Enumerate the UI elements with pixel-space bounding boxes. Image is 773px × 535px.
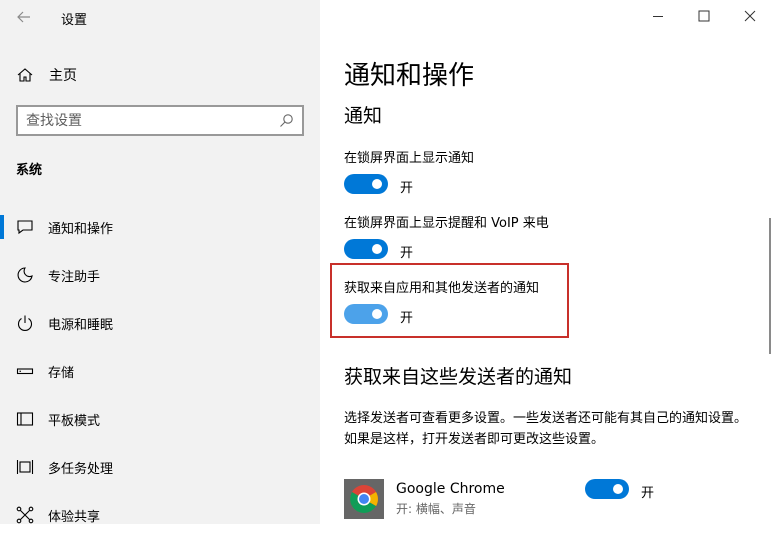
maximize-button[interactable] (681, 0, 727, 32)
sidebar-item-power-sleep[interactable]: 电源和睡眠 (0, 303, 320, 343)
toggle-state-label: 开 (641, 486, 655, 501)
section-label-system: 系统 (16, 163, 43, 178)
toggle-app-notifications[interactable] (344, 304, 388, 324)
sender-app-tile[interactable] (344, 479, 384, 519)
app-title: 设置 (61, 13, 88, 28)
power-icon (17, 315, 33, 332)
toggle-state-label: 开 (400, 246, 414, 261)
search-box[interactable] (16, 105, 304, 136)
sidebar-item-label: 电源和睡眠 (48, 318, 114, 333)
message-icon (17, 220, 33, 235)
sender-detail: 开: 横幅、声音 (396, 502, 476, 516)
search-input[interactable] (26, 111, 266, 131)
home-label: 主页 (49, 68, 77, 84)
sidebar-item-focus-assist[interactable]: 专注助手 (0, 255, 320, 295)
sidebar-item-label: 存储 (48, 366, 75, 381)
back-button[interactable] (12, 6, 36, 28)
selection-indicator (0, 215, 4, 239)
back-arrow-icon (17, 11, 30, 23)
highlight-box (330, 263, 569, 338)
minimize-icon (653, 16, 663, 17)
toggle-knob (372, 179, 382, 189)
senders-heading: 获取来自这些发送者的通知 (344, 366, 573, 388)
scrollbar-thumb[interactable] (769, 218, 771, 354)
sidebar-item-label: 专注助手 (48, 270, 101, 285)
notifications-heading: 通知 (344, 105, 383, 127)
share-icon (16, 506, 34, 524)
minimize-button[interactable] (635, 0, 681, 32)
sidebar-item-label: 体验共享 (48, 510, 101, 525)
toggle-state-label: 开 (400, 311, 414, 326)
sidebar-item-label: 平板模式 (48, 414, 101, 429)
setting-label-lock-screen-voip: 在锁屏界面上显示提醒和 VoIP 来电 (344, 216, 549, 231)
close-icon (744, 10, 756, 22)
toggle-knob (613, 484, 623, 494)
sender-name[interactable]: Google Chrome (396, 481, 505, 497)
toggle-knob (372, 244, 382, 254)
sidebar-item-notifications[interactable]: 通知和操作 (0, 207, 320, 247)
sidebar-item-shared-experiences[interactable]: 体验共享 (0, 495, 320, 535)
chrome-icon (350, 485, 378, 513)
maximize-icon (698, 10, 710, 22)
storage-icon (16, 368, 34, 375)
search-icon[interactable] (278, 113, 294, 129)
sidebar-item-multitasking[interactable]: 多任务处理 (0, 447, 320, 487)
setting-label-app-notifications: 获取来自应用和其他发送者的通知 (344, 281, 540, 296)
home-nav-item[interactable]: 主页 (16, 64, 216, 86)
settings-window: 设置 主页 系统 通知和操作 专注助手 (0, 0, 773, 525)
senders-description: 选择发送者可查看更多设置。一些发送者还可能有其自己的通知设置。如果是这样，打开发… (344, 411, 748, 447)
toggle-knob (372, 309, 382, 319)
toggle-lock-screen-notifications[interactable] (344, 174, 388, 194)
tablet-icon (16, 412, 34, 426)
setting-label-lock-screen-notifications: 在锁屏界面上显示通知 (344, 151, 475, 166)
home-icon (17, 68, 33, 82)
toggle-lock-screen-voip[interactable] (344, 239, 388, 259)
page-title: 通知和操作 (344, 61, 475, 91)
content-pane: 通知和操作 通知 在锁屏界面上显示通知 开 在锁屏界面上显示提醒和 VoIP 来… (320, 0, 773, 524)
toggle-sender-google-chrome[interactable] (585, 479, 629, 499)
sidebar: 设置 主页 系统 通知和操作 专注助手 (0, 0, 320, 525)
sidebar-item-tablet-mode[interactable]: 平板模式 (0, 399, 320, 439)
sidebar-item-label: 多任务处理 (48, 462, 114, 477)
multitask-icon (16, 460, 34, 474)
close-button[interactable] (727, 0, 773, 32)
toggle-state-label: 开 (400, 181, 414, 196)
moon-icon (17, 267, 33, 283)
sidebar-item-storage[interactable]: 存储 (0, 351, 320, 391)
sidebar-item-label: 通知和操作 (48, 222, 114, 237)
